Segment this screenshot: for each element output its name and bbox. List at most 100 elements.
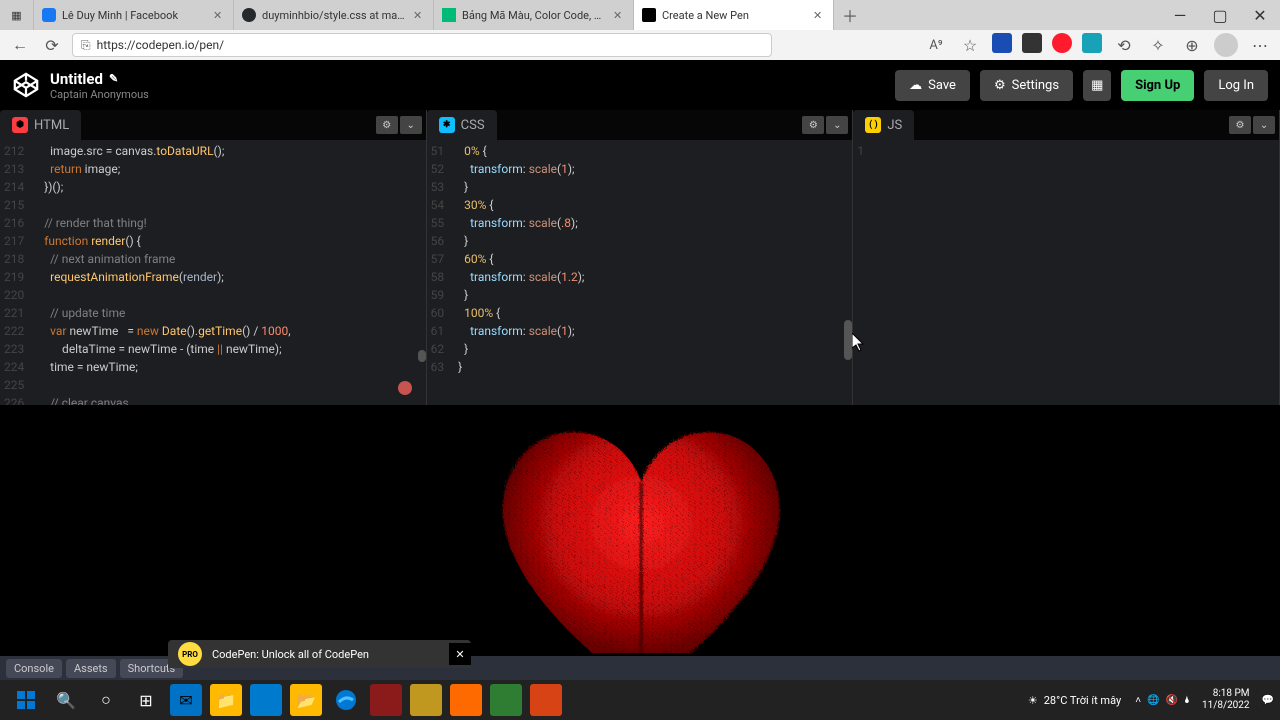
vscode-icon[interactable] (250, 684, 282, 716)
maximize-button[interactable]: ▢ (1200, 0, 1240, 30)
save-label: Save (928, 78, 956, 93)
favorites-icon[interactable]: ✧ (1146, 33, 1170, 57)
html-tab[interactable]: ⬢ HTML (0, 110, 81, 140)
browser-tab-3[interactable]: Create a New Pen ✕ (634, 0, 834, 30)
time-text: 8:18 PM (1202, 688, 1250, 700)
tray-chevron-icon[interactable]: ˄ (1135, 695, 1141, 706)
assets-button[interactable]: Assets (66, 659, 116, 678)
close-icon[interactable]: ✕ (413, 9, 425, 21)
heart-graphic (470, 411, 810, 653)
css-code[interactable]: 0% { transform: scale(1); } 30% { transf… (452, 140, 852, 405)
browser-tab-2[interactable]: Bảng Mã Màu, Color Code, Ma M ✕ (434, 0, 634, 30)
js-settings-button[interactable]: ⚙ (1229, 116, 1251, 134)
editor-header: ⬢ HTML ⚙ ⌄ (0, 110, 426, 140)
cortana-icon[interactable]: ○ (90, 684, 122, 716)
codepen-header: Untitled ✎ Captain Anonymous ☁ Save ⚙ Se… (0, 60, 1280, 110)
read-aloud-icon[interactable]: A⁹ (924, 33, 948, 57)
start-button[interactable] (10, 684, 42, 716)
ext-icon-3[interactable] (1052, 33, 1072, 53)
tray-volume-icon[interactable]: 🔇 (1166, 695, 1178, 706)
tab-allapps[interactable]: ▦ (0, 0, 34, 30)
console-button[interactable]: Console (6, 659, 62, 678)
edge-icon[interactable] (330, 684, 362, 716)
html-scrollbar[interactable] (418, 350, 426, 362)
address-bar[interactable]: ⎘ https://codepen.io/pen/ (72, 33, 772, 57)
ext-icon-2[interactable] (1022, 33, 1042, 53)
pen-title[interactable]: Untitled (50, 70, 103, 88)
css-settings-button[interactable]: ⚙ (802, 116, 824, 134)
weather-widget[interactable]: ☀ 28°C Trời ít mây (1020, 694, 1129, 707)
close-icon[interactable]: ✕ (613, 9, 625, 21)
tabs-row: ▦ Lê Duy Minh | Facebook ✕ duyminhbio/st… (0, 0, 1280, 30)
html-code-area[interactable]: 2122132142152162172182192202212222232242… (0, 140, 426, 405)
close-icon[interactable]: ✕ (213, 9, 225, 21)
minimize-button[interactable]: — (1160, 0, 1200, 30)
settings-button[interactable]: ⚙ Settings (980, 70, 1073, 101)
css-editor-pane: ✱ CSS ⚙ ⌄ 51525354555657585960616263 0% … (427, 110, 854, 405)
html-label: HTML (34, 118, 69, 133)
css-tab[interactable]: ✱ CSS (427, 110, 497, 140)
menu-icon[interactable]: ⋯ (1248, 33, 1272, 57)
promo-close-button[interactable]: ✕ (449, 643, 471, 665)
js-tab[interactable]: ( ) JS (853, 110, 914, 140)
grid-icon: ▦ (11, 9, 21, 22)
app-icon-5[interactable] (530, 684, 562, 716)
html-settings-button[interactable]: ⚙ (376, 116, 398, 134)
folder-icon[interactable]: 📂 (290, 684, 322, 716)
layout-button[interactable]: ▦ (1083, 70, 1111, 101)
clock[interactable]: 8:18 PM 11/8/2022 (1196, 688, 1256, 712)
pen-author: Captain Anonymous (50, 88, 885, 101)
refresh-button[interactable]: ⟳ (40, 33, 64, 57)
profile-icon[interactable] (1214, 33, 1238, 57)
back-button[interactable]: ← (8, 33, 32, 57)
css-dropdown-button[interactable]: ⌄ (826, 116, 848, 134)
lock-icon: ⎘ (81, 38, 91, 53)
edit-icon[interactable]: ✎ (109, 72, 118, 85)
taskview-icon[interactable]: ⊞ (130, 684, 162, 716)
favorite-icon[interactable]: ☆ (958, 33, 982, 57)
tab-title: Lê Duy Minh | Facebook (62, 9, 207, 22)
close-button[interactable]: ✕ (1240, 0, 1280, 30)
browser-tab-0[interactable]: Lê Duy Minh | Facebook ✕ (34, 0, 234, 30)
mail-icon[interactable]: ✉ (170, 684, 202, 716)
extensions-icon[interactable]: ⟲ (1112, 33, 1136, 57)
css-badge-icon: ✱ (439, 117, 455, 133)
signup-button[interactable]: Sign Up (1121, 70, 1194, 101)
editor-header: ✱ CSS ⚙ ⌄ (427, 110, 853, 140)
js-editor-pane: ( ) JS ⚙ ⌄ 1 (853, 110, 1280, 405)
layout-icon: ▦ (1091, 78, 1103, 93)
explorer-icon[interactable]: 📁 (210, 684, 242, 716)
pro-badge: PRO (178, 642, 202, 666)
app-icon-4[interactable] (490, 684, 522, 716)
tray-lang-icon[interactable]: 🌢 (1184, 695, 1190, 706)
preview-pane (0, 405, 1280, 653)
tray-network-icon[interactable]: 🌐 (1147, 695, 1159, 706)
login-button[interactable]: Log In (1204, 70, 1268, 101)
js-code[interactable] (872, 140, 1279, 405)
css-scrollbar[interactable] (844, 320, 852, 360)
app-icon-1[interactable] (370, 684, 402, 716)
close-icon[interactable]: ✕ (813, 9, 825, 21)
facebook-icon (42, 8, 56, 22)
tab-title: Create a New Pen (662, 9, 807, 22)
search-icon[interactable]: 🔍 (50, 684, 82, 716)
js-code-area[interactable]: 1 (853, 140, 1279, 405)
url-text: https://codepen.io/pen/ (97, 38, 224, 52)
ext-icon-4[interactable] (1082, 33, 1102, 53)
ext-icon-1[interactable] (992, 33, 1012, 53)
notification-icon[interactable]: 💬 (1262, 695, 1274, 706)
collections-icon[interactable]: ⊕ (1180, 33, 1204, 57)
new-tab-button[interactable]: ＋ (834, 3, 866, 27)
html-dropdown-button[interactable]: ⌄ (400, 116, 422, 134)
app-icon-2[interactable] (410, 684, 442, 716)
favicon-icon (442, 8, 456, 22)
error-icon[interactable] (398, 381, 412, 395)
gear-icon: ⚙ (994, 78, 1006, 93)
html-code[interactable]: image.src = canvas.toDataURL(); return i… (32, 140, 425, 405)
js-dropdown-button[interactable]: ⌄ (1253, 116, 1275, 134)
browser-tab-1[interactable]: duyminhbio/style.css at main · le ✕ (234, 0, 434, 30)
save-button[interactable]: ☁ Save (895, 70, 970, 101)
css-code-area[interactable]: 51525354555657585960616263 0% { transfor… (427, 140, 853, 405)
app-icon-3[interactable] (450, 684, 482, 716)
weather-icon: ☀ (1028, 694, 1038, 707)
